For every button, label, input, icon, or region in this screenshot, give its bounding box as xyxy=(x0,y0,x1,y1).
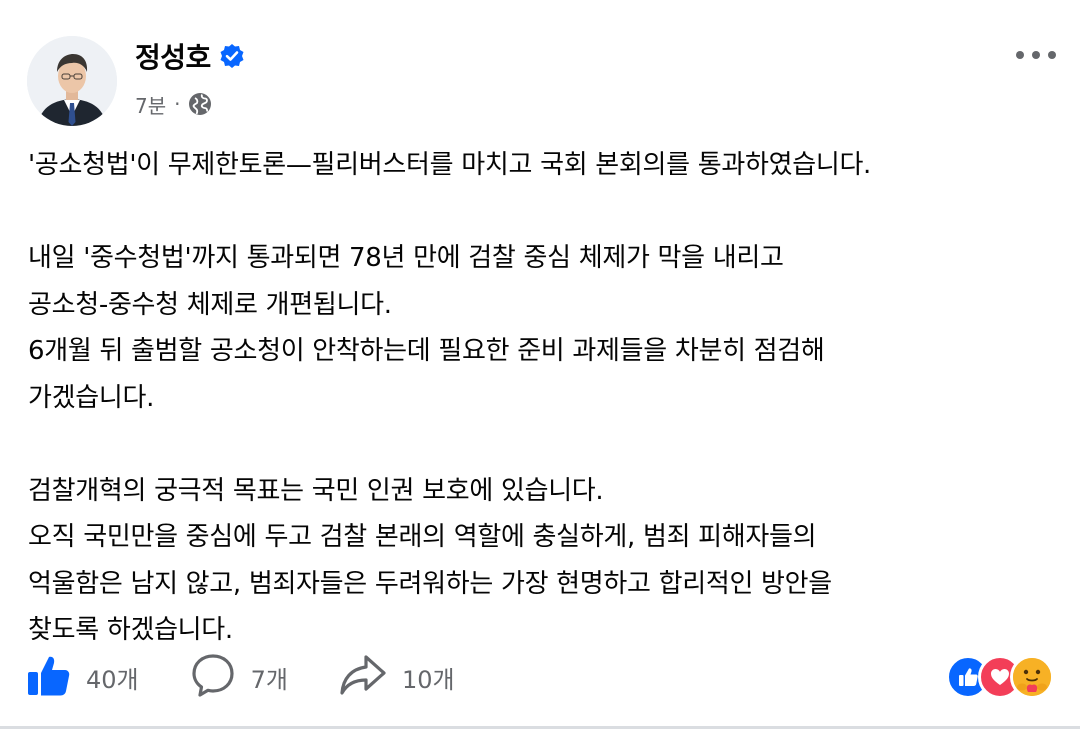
post-actions: 40개 7개 10개 xyxy=(24,652,505,702)
post-text-line: 내일 '중수청법'까지 통과되면 78년 만에 검찰 중심 체제가 막을 내리고 xyxy=(28,243,784,273)
like-button[interactable]: 40개 xyxy=(24,651,139,703)
comment-bubble-icon xyxy=(189,651,237,703)
post-meta: 7분 · xyxy=(135,88,212,120)
facebook-post: 정성호 7분 · '공소청법'이 무제한토론—필리버스터를 마치고 국회 본회의… xyxy=(0,0,1080,729)
share-button[interactable]: 10개 xyxy=(338,651,455,703)
comment-count: 7개 xyxy=(250,665,288,694)
post-text-line: 오직 국민만을 중심에 두고 검찰 본래의 역할에 충실하게, 범죄 피해자들의 xyxy=(28,522,817,552)
thumbs-up-icon xyxy=(24,651,72,703)
author-name[interactable]: 정성호 xyxy=(135,36,211,76)
share-arrow-icon xyxy=(338,651,388,703)
avatar[interactable] xyxy=(27,36,117,126)
profile-photo xyxy=(27,36,117,126)
globe-icon[interactable] xyxy=(188,92,212,116)
verified-badge-icon xyxy=(219,43,245,69)
like-count: 40개 xyxy=(86,665,139,694)
post-paragraph: 내일 '중수청법'까지 통과되면 78년 만에 검찰 중심 체제가 막을 내리고… xyxy=(28,235,1058,421)
post-text-line: 가겠습니다. xyxy=(28,382,155,413)
post-body: '공소청법'이 무제한토론—필리버스터를 마치고 국회 본회의를 통과하였습니다… xyxy=(28,142,1058,654)
post-text-line: 공소청-중수청 체제로 개편됩니다. xyxy=(28,289,392,320)
reactions-summary[interactable] xyxy=(946,655,1054,699)
more-dot-icon xyxy=(1032,51,1040,59)
comment-button[interactable]: 7개 xyxy=(189,651,288,703)
share-count: 10개 xyxy=(401,665,455,694)
post-text-line: '공소청법'이 무제한토론—필리버스터를 마치고 국회 본회의를 통과하였습니다… xyxy=(28,150,872,180)
post-text-line: 찾도록 하겠습니다. xyxy=(28,615,233,645)
meta-separator: · xyxy=(174,92,181,116)
post-text-line: 검찰개혁의 궁극적 목표는 국민 인권 보호에 있습니다. xyxy=(28,475,604,506)
post-text-line: 6개월 뒤 출범할 공소청이 안착하는데 필요한 준비 과제들을 차분히 점검해 xyxy=(28,336,825,366)
author-row: 정성호 xyxy=(135,36,245,76)
post-timestamp[interactable]: 7분 xyxy=(135,90,166,119)
more-options-button[interactable] xyxy=(1016,40,1056,70)
care-icon xyxy=(1010,655,1054,699)
more-dot-icon xyxy=(1048,51,1056,59)
post-text-line: 억울함은 남지 않고, 범죄자들은 두려워하는 가장 현명하고 합리적인 방안을 xyxy=(28,568,832,599)
more-dot-icon xyxy=(1016,51,1024,59)
post-paragraph: '공소청법'이 무제한토론—필리버스터를 마치고 국회 본회의를 통과하였습니다… xyxy=(28,142,1058,189)
post-paragraph: 검찰개혁의 궁극적 목표는 국민 인권 보호에 있습니다. 오직 국민만을 중심… xyxy=(28,468,1058,654)
